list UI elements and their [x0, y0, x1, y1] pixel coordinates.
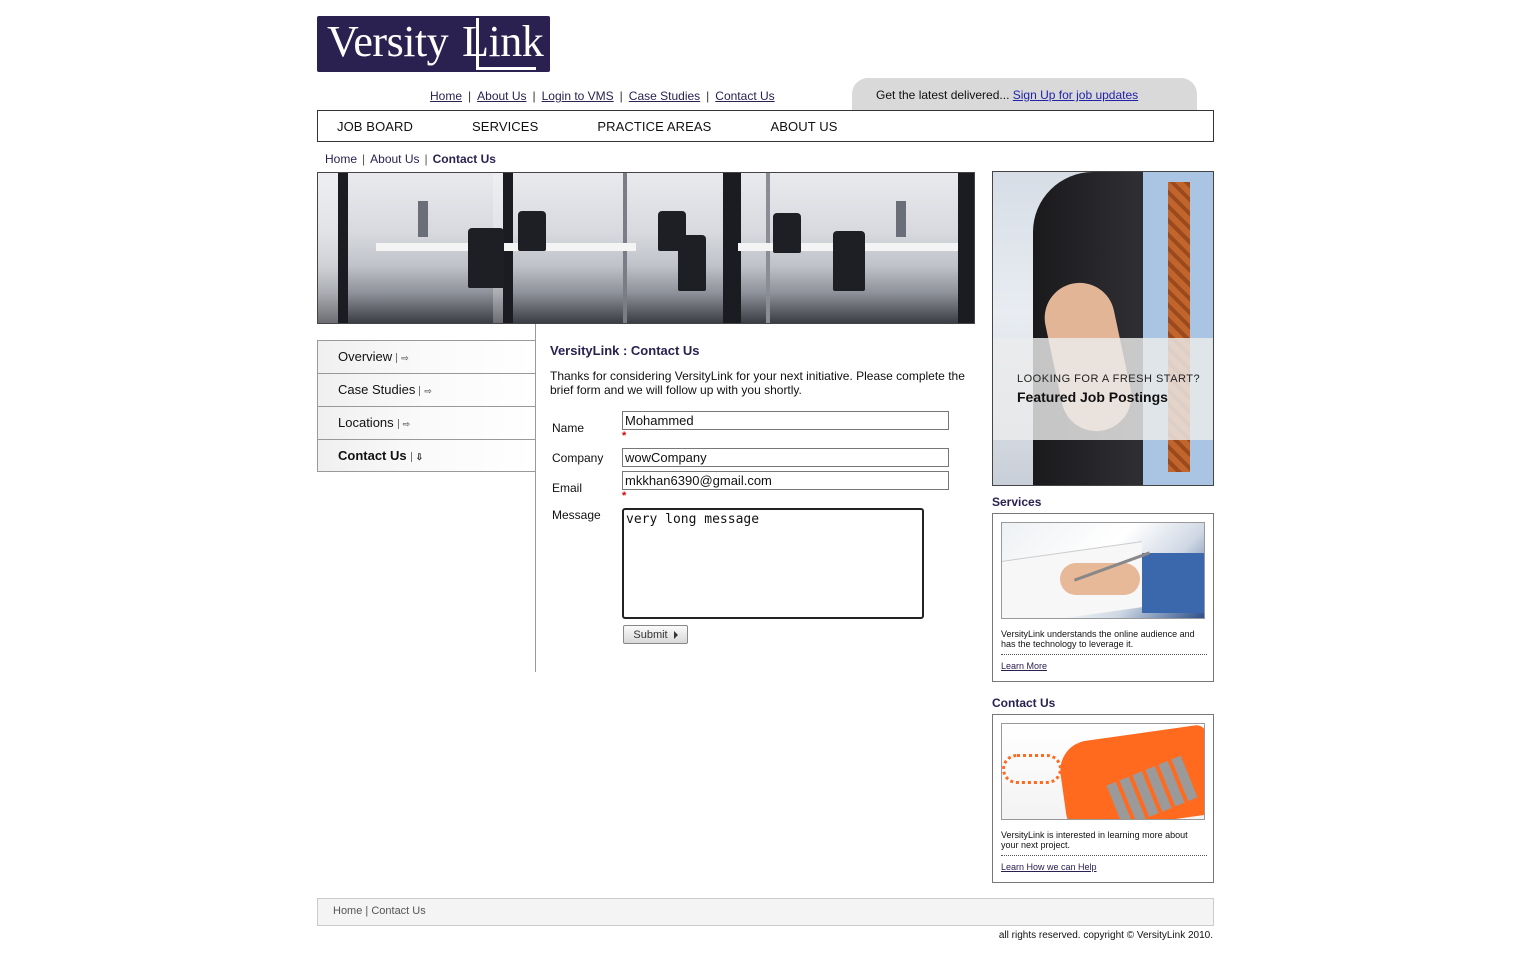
signup-text: Get the latest delivered...: [876, 88, 1013, 102]
nav-about-us[interactable]: ABOUT US: [770, 119, 837, 134]
contact-phone-image: [1001, 723, 1205, 820]
breadcrumb-home[interactable]: Home: [325, 152, 357, 166]
side-nav-locations[interactable]: Locations ⇨: [317, 406, 535, 439]
services-heading: Services: [992, 495, 1042, 509]
nav-job-board[interactable]: JOB BOARD: [337, 119, 413, 134]
page-title: VersityLink : Contact Us: [550, 343, 700, 358]
side-nav: Overview ⇨ Case Studies ⇨ Locations ⇨ Conta…: [317, 340, 536, 472]
submit-arrow-icon: [673, 630, 678, 639]
services-description: VersityLink understands the online audie…: [1001, 629, 1207, 655]
logo-l-foot: [476, 67, 536, 70]
breadcrumb-about-us[interactable]: About Us: [370, 152, 419, 166]
main-nav: JOB BOARD SERVICES PRACTICE AREAS ABOUT …: [317, 110, 1214, 142]
breadcrumb-current: Contact Us: [432, 152, 496, 166]
contact-learn-how-link[interactable]: Learn How we can Help: [1001, 862, 1097, 872]
company-label: Company: [552, 451, 604, 465]
arrow-right-icon: ⇨: [419, 386, 432, 396]
copyright-text: all rights reserved. copyright © Versity…: [998, 930, 1213, 941]
side-nav-overview[interactable]: Overview ⇨: [317, 340, 535, 373]
email-required-mark: *: [622, 490, 627, 502]
email-input[interactable]: [622, 471, 949, 490]
top-link-contact-us[interactable]: Contact Us: [715, 89, 774, 103]
arrow-down-icon: ⇩: [410, 452, 423, 462]
footer-link-contact-us[interactable]: Contact Us: [371, 905, 425, 917]
company-input[interactable]: [622, 448, 949, 467]
featured-job-postings-banner[interactable]: LOOKING FOR A FRESH START? Featured Job …: [992, 171, 1214, 486]
nav-services[interactable]: SERVICES: [472, 119, 538, 134]
logo-l-bar: [476, 18, 479, 70]
signup-banner: Get the latest delivered... Sign Up for …: [852, 78, 1197, 110]
arrow-right-icon: ⇨: [396, 353, 409, 363]
versitylink-logo[interactable]: Versity Link: [317, 16, 550, 72]
footer: Home | Contact Us: [317, 898, 1214, 926]
submit-button[interactable]: Submit: [623, 625, 688, 644]
top-link-home[interactable]: Home: [430, 89, 462, 103]
name-required-mark: *: [622, 430, 627, 442]
arrow-right-icon: ⇨: [397, 419, 410, 429]
footer-link-home[interactable]: Home: [333, 905, 362, 917]
contact-box: VersityLink is interested in learning mo…: [992, 714, 1214, 883]
email-label: Email: [552, 481, 583, 495]
main-content: VersityLink : Contact Us Thanks for cons…: [550, 343, 980, 397]
side-nav-case-studies[interactable]: Case Studies ⇨: [317, 373, 535, 406]
nav-practice-areas[interactable]: PRACTICE AREAS: [597, 119, 711, 134]
top-link-login-to-vms[interactable]: Login to VMS: [542, 89, 614, 103]
name-input[interactable]: [622, 411, 949, 430]
services-box: VersityLink understands the online audie…: [992, 513, 1214, 682]
signup-link[interactable]: Sign Up for job updates: [1013, 88, 1138, 102]
top-link-case-studies[interactable]: Case Studies: [629, 89, 700, 103]
office-hero-image: [317, 172, 975, 324]
top-link-about-us[interactable]: About Us: [477, 89, 526, 103]
promo-line-1: LOOKING FOR A FRESH START?: [1017, 373, 1201, 385]
contact-description: VersityLink is interested in learning mo…: [1001, 830, 1207, 856]
name-label: Name: [552, 421, 585, 435]
breadcrumb: Home | About Us | Contact Us: [325, 152, 496, 166]
side-nav-contact-us[interactable]: Contact Us ⇩: [317, 439, 535, 472]
message-textarea[interactable]: very long message: [622, 508, 924, 619]
page-wrapper: Versity Link Home | About Us | Login to VMS | C…: [317, 0, 1214, 975]
intro-text: Thanks for considering VersityLink for y…: [550, 369, 965, 397]
promo-line-2: Featured Job Postings: [1017, 389, 1168, 405]
services-learn-more-link[interactable]: Learn More: [1001, 661, 1047, 671]
contact-heading: Contact Us: [992, 696, 1056, 710]
message-label: Message: [552, 508, 601, 522]
services-image: [1001, 522, 1205, 619]
logo-text: Versity Link: [327, 17, 544, 66]
top-links: Home | About Us | Login to VMS | Case Studies |…: [430, 89, 775, 103]
